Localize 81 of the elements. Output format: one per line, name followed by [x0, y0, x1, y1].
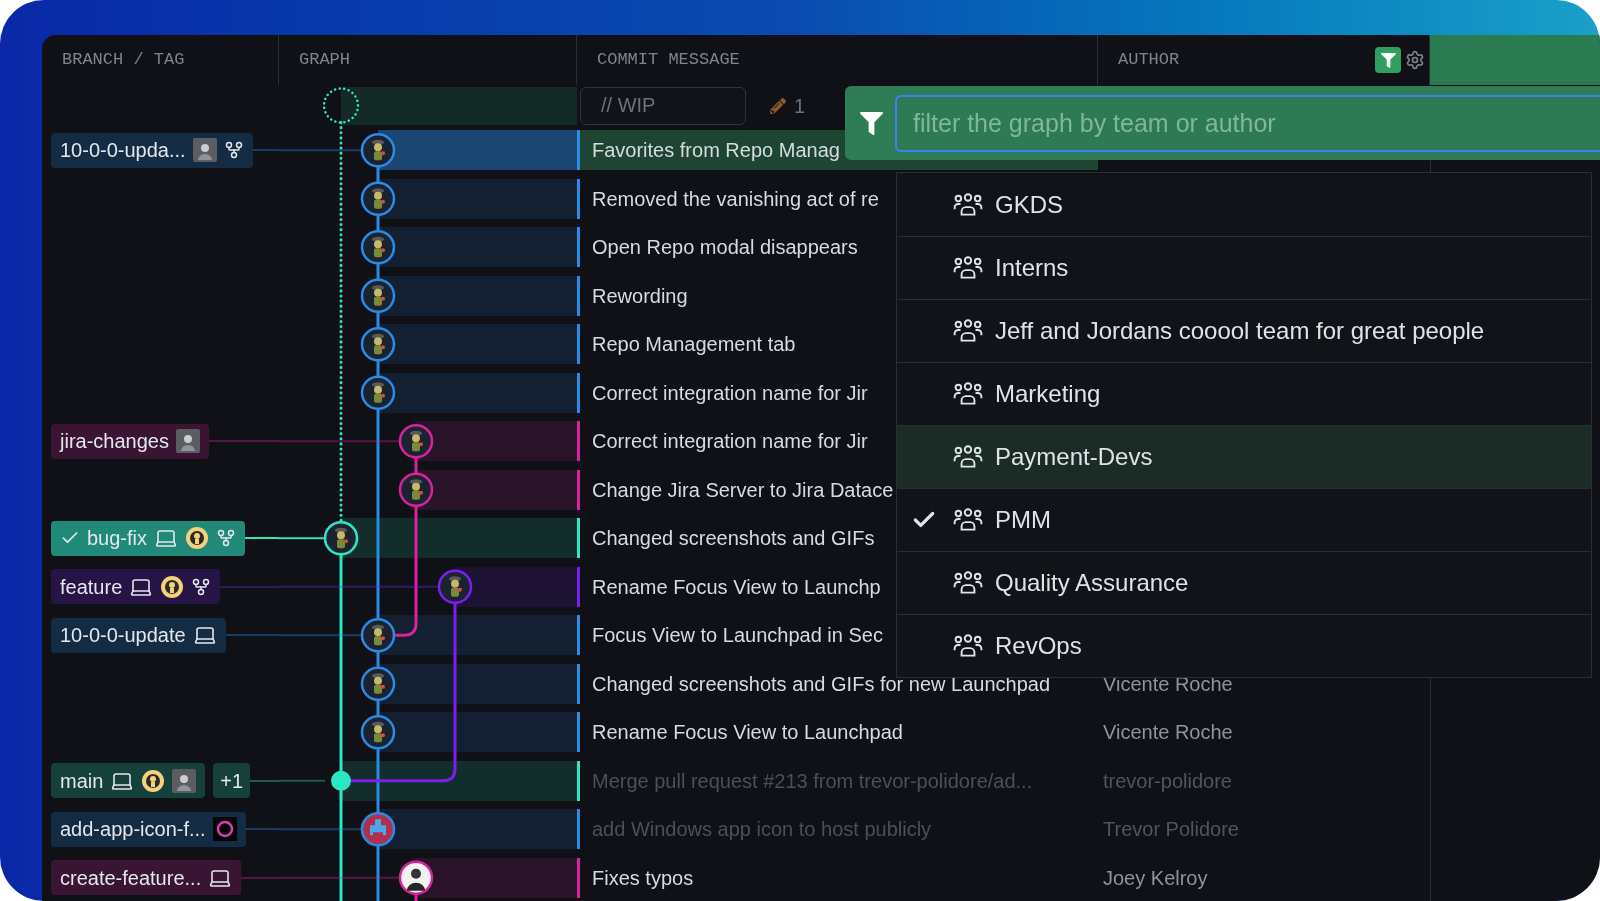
- ring-icon: [212, 817, 237, 842]
- branch-tag[interactable]: jira-changes: [51, 423, 209, 459]
- settings-icon[interactable]: [1405, 50, 1425, 70]
- team-icon: [953, 381, 983, 407]
- merge-dot: [331, 770, 351, 791]
- filter-icon: [1380, 52, 1396, 68]
- avatar-icon: [398, 424, 434, 459]
- commit-message: Rename Focus View to Launchpad: [592, 720, 903, 746]
- team-icon: [953, 191, 983, 218]
- avatar-icon: [437, 569, 473, 604]
- branch-tag[interactable]: add-app-icon-f...: [51, 811, 246, 847]
- team-icon: [953, 633, 983, 659]
- round-avatar-icon: [185, 526, 210, 551]
- commit-message: Merge pull request #213 from trevor-polidore/ad...: [592, 768, 1033, 794]
- wip-field[interactable]: // WIP: [580, 86, 746, 125]
- change-count: 1: [794, 93, 806, 119]
- commit-message: Focus View to Launchpad in Sec: [592, 623, 883, 649]
- team-icon: [953, 570, 983, 596]
- round-avatar-icon: [141, 768, 166, 793]
- avatar-icon: [360, 715, 396, 750]
- commit-message: Open Repo modal disappears: [592, 235, 858, 261]
- branch-tag[interactable]: 10-0-0-update: [51, 617, 226, 653]
- avatar-icon: [360, 278, 396, 313]
- commit-message: Correct integration name for Jir: [592, 380, 868, 406]
- avatar-icon: [360, 618, 396, 653]
- commit-message: Changed screenshots and GIFs: [592, 526, 875, 552]
- more-branches-badge[interactable]: +1: [213, 763, 251, 799]
- commit-message: Favorites from Repo Manag: [592, 138, 840, 164]
- column-header: BRANCH / TAG: [62, 49, 185, 72]
- team-option[interactable]: PMM: [897, 488, 1591, 551]
- branch-icon: [216, 528, 237, 549]
- avatar-icon: [360, 375, 396, 410]
- filter-field[interactable]: filter the graph by team or author: [895, 94, 1600, 152]
- team-icon: [953, 255, 983, 281]
- branch-icon: [223, 140, 244, 161]
- team-icon: [953, 507, 983, 533]
- wip-node: [322, 87, 360, 124]
- team-icon: [953, 444, 983, 470]
- branch-icon: [191, 576, 212, 597]
- round-avatar-icon: [160, 574, 185, 599]
- commit-message: Repo Management tab: [592, 332, 796, 358]
- filter-icon: [860, 111, 883, 135]
- commit-message: Removed the vanishing act of re: [592, 186, 879, 212]
- commit-message: Rename Focus View to Launchp: [592, 574, 881, 600]
- team-icon: [953, 318, 983, 344]
- branch-tag[interactable]: create-feature...: [51, 860, 242, 896]
- avatar-icon: [360, 230, 396, 265]
- avatar-icon: [398, 860, 434, 895]
- author-name: trevor-polidore: [1103, 768, 1232, 794]
- team-option[interactable]: Quality Assurance: [897, 551, 1591, 614]
- team-option[interactable]: Jeff and Jordans cooool team for great people: [897, 299, 1591, 362]
- commit-message: Fixes typos: [592, 865, 694, 891]
- filter-button[interactable]: [1375, 47, 1401, 73]
- pencil-icon: [770, 97, 786, 114]
- avatar-icon: [323, 521, 359, 556]
- author-name: Vicente Roche: [1103, 720, 1233, 746]
- branch-tag[interactable]: main: [51, 763, 206, 799]
- author-name: Joey Kelroy: [1103, 865, 1208, 891]
- column-header: COMMIT MESSAGE: [597, 49, 740, 72]
- avatar-icon: [360, 181, 396, 216]
- branch-tag[interactable]: feature: [51, 569, 221, 605]
- commit-message: Correct integration name for Jir: [592, 429, 868, 455]
- commit-message: add Windows app icon to host publicly: [592, 817, 932, 843]
- avatar-icon: [398, 472, 434, 507]
- avatar-icon: [360, 327, 396, 362]
- commit-message: Rewording: [592, 283, 688, 309]
- team-option[interactable]: RevOps: [897, 614, 1591, 677]
- column-header: GRAPH: [299, 49, 350, 72]
- team-option[interactable]: GKDS: [897, 173, 1591, 236]
- app-icon: [360, 812, 396, 847]
- branch-tag[interactable]: 10-0-0-upda...: [51, 132, 253, 168]
- team-option[interactable]: Payment-Devs: [897, 425, 1591, 488]
- commit-message: Change Jira Server to Jira Datace: [592, 477, 894, 503]
- author-name: Trevor Polidore: [1103, 817, 1239, 843]
- avatar-icon: [360, 666, 396, 701]
- avatar-icon: [175, 429, 200, 454]
- avatar-icon: [172, 768, 197, 793]
- avatar-icon: [192, 138, 217, 163]
- column-header: AUTHOR: [1118, 49, 1180, 72]
- avatar-icon: [360, 133, 396, 168]
- team-option[interactable]: Interns: [897, 236, 1591, 299]
